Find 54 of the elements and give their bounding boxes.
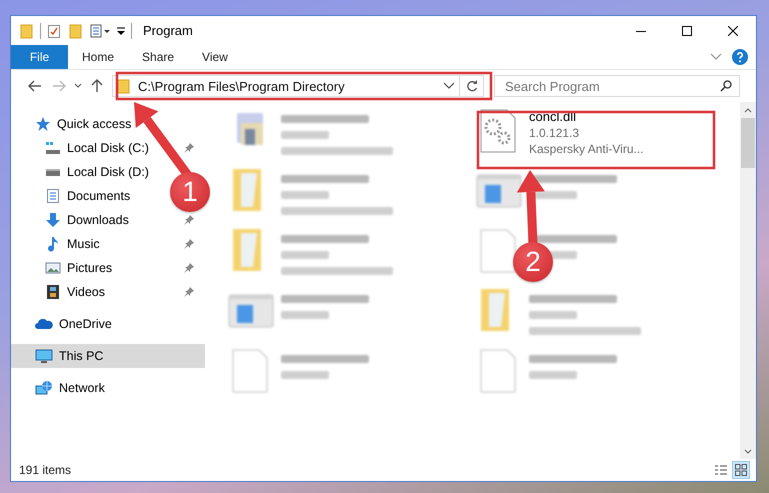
nav-item[interactable]: Quick access bbox=[35, 112, 136, 136]
nav-item[interactable]: Downloads bbox=[45, 208, 133, 232]
nav-item[interactable]: Videos bbox=[45, 280, 109, 304]
ribbon-tab[interactable]: Share bbox=[128, 45, 188, 69]
document-icon bbox=[45, 188, 61, 204]
folder-icon bbox=[19, 22, 35, 38]
window-title: Program bbox=[143, 23, 193, 38]
item-count: 191 items bbox=[19, 463, 72, 477]
monitor-icon bbox=[35, 348, 53, 364]
nav-item[interactable]: Documents bbox=[45, 184, 134, 208]
file-detail: Kaspersky Anti-Viru... bbox=[529, 141, 644, 157]
maximize-icon bbox=[682, 26, 692, 36]
file-menu-button[interactable]: File bbox=[11, 45, 68, 69]
refresh-icon bbox=[466, 80, 478, 92]
file-detail: 1.0.121.3 bbox=[529, 125, 580, 141]
ribbon-tab[interactable]: Home bbox=[68, 45, 128, 69]
back-arrow-icon bbox=[28, 80, 42, 92]
drive-icon bbox=[45, 168, 61, 176]
close-icon bbox=[728, 26, 738, 36]
folder-icon bbox=[481, 289, 509, 331]
nav-item[interactable]: OneDrive bbox=[35, 312, 116, 336]
properties-check-icon bbox=[46, 22, 62, 38]
drive-icon bbox=[45, 140, 61, 156]
nav-item[interactable]: Network bbox=[35, 376, 109, 400]
scroll-down-icon bbox=[744, 448, 752, 454]
forward-arrow-icon bbox=[52, 80, 66, 92]
download-arrow-icon bbox=[45, 212, 61, 228]
expand-ribbon-icon bbox=[710, 53, 722, 61]
chevron-down-icon bbox=[74, 83, 82, 89]
cloud-icon bbox=[35, 316, 53, 332]
ribbon-tab[interactable]: View bbox=[188, 45, 242, 69]
nav-item[interactable]: Music bbox=[45, 232, 104, 256]
chevron-down-icon bbox=[443, 82, 455, 90]
scrollbar-thumb[interactable] bbox=[741, 118, 755, 168]
search-field[interactable]: Search Program bbox=[494, 75, 740, 97]
view-menu-icon bbox=[90, 22, 112, 38]
nav-item[interactable]: Local Disk (D:) bbox=[45, 160, 153, 184]
view-toggle-button[interactable] bbox=[732, 461, 750, 479]
new-folder-icon bbox=[68, 22, 84, 38]
large-icons-view-icon bbox=[735, 464, 747, 476]
nav-item[interactable]: Local Disk (C:) bbox=[45, 136, 153, 160]
picture-icon bbox=[45, 260, 61, 276]
star-icon bbox=[35, 116, 51, 132]
folder-icon bbox=[233, 169, 261, 211]
help-icon bbox=[732, 49, 748, 65]
film-icon bbox=[45, 284, 61, 300]
up-arrow-icon bbox=[91, 79, 103, 93]
nav-item[interactable]: Pictures bbox=[45, 256, 116, 280]
folder-icon bbox=[233, 229, 261, 271]
scroll-up-icon bbox=[744, 108, 752, 112]
network-icon bbox=[35, 380, 53, 396]
details-view-icon bbox=[715, 464, 727, 476]
address-field[interactable]: C:\Program Files\Program Directory bbox=[112, 75, 484, 97]
music-note-icon bbox=[45, 236, 61, 252]
